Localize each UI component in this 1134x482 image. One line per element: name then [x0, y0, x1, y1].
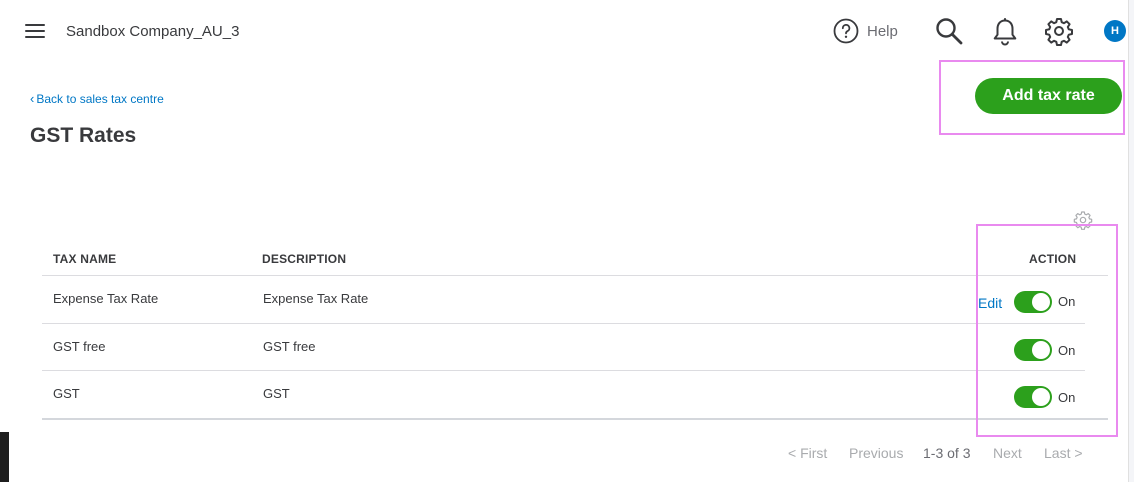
search-icon[interactable]	[934, 16, 964, 46]
row-3-tax-name: GST	[53, 386, 80, 401]
company-name: Sandbox Company_AU_3	[66, 23, 240, 40]
bell-icon[interactable]	[991, 17, 1019, 47]
header-divider	[42, 275, 1108, 276]
row-3-description: GST	[263, 386, 290, 401]
column-header-description[interactable]: DESCRIPTION	[262, 252, 346, 266]
menu-icon[interactable]	[25, 24, 45, 38]
pagination-previous[interactable]: Previous	[849, 445, 903, 461]
highlight-box-action-column	[976, 224, 1118, 437]
pagination-last[interactable]: Last >	[1044, 445, 1083, 461]
avatar[interactable]: H	[1104, 20, 1126, 42]
help-label: Help	[867, 22, 898, 40]
column-header-tax-name[interactable]: TAX NAME	[53, 252, 116, 266]
pagination-next[interactable]: Next	[993, 445, 1022, 461]
highlight-box-add-button	[939, 60, 1125, 135]
row-2-tax-name: GST free	[53, 339, 106, 354]
right-edge	[1128, 0, 1134, 482]
back-link[interactable]: ‹ Back to sales tax centre	[30, 91, 164, 106]
row-1-description: Expense Tax Rate	[263, 291, 369, 306]
pagination-range: 1-3 of 3	[923, 445, 971, 461]
left-edge	[0, 0, 9, 482]
gear-icon[interactable]	[1044, 16, 1074, 46]
back-link-label: Back to sales tax centre	[36, 91, 164, 106]
chevron-left-icon: ‹	[30, 91, 35, 106]
pagination-first[interactable]: < First	[788, 445, 827, 461]
row-divider	[42, 370, 1085, 371]
table-bottom-divider	[42, 418, 1108, 420]
row-divider	[42, 323, 1085, 324]
row-2-description: GST free	[263, 339, 316, 354]
page-title: GST Rates	[30, 124, 137, 147]
help-icon	[833, 18, 859, 44]
help-button[interactable]: Help	[833, 18, 898, 44]
row-1-tax-name: Expense Tax Rate	[53, 291, 159, 306]
